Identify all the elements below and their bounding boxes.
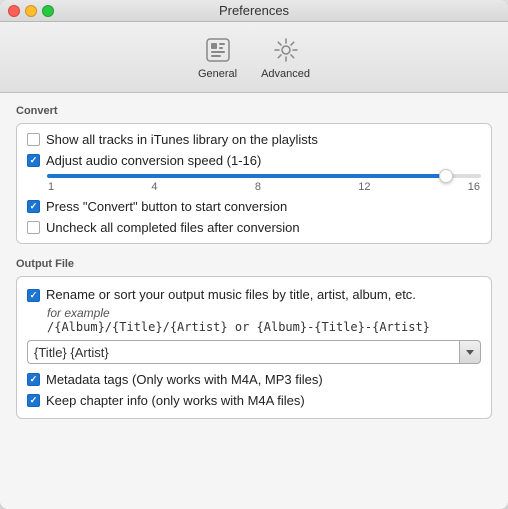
rename-checkbox[interactable] [27,289,40,302]
press-convert-checkbox[interactable] [27,200,40,213]
slider-label-8: 8 [255,181,261,193]
convert-section-title: Convert [16,105,492,117]
tab-general[interactable]: General [186,30,249,82]
example-path: /{Album}/{Title}/{Artist} or {Album}-{Ti… [47,320,481,334]
press-convert-label: Press "Convert" button to start conversi… [46,199,287,214]
slider-label-4: 4 [151,181,157,193]
slider-label-12: 12 [358,181,370,193]
format-input-row [27,340,481,364]
slider-label-1: 1 [48,181,54,193]
chapter-checkbox[interactable] [27,394,40,407]
uncheck-completed-row: Uncheck all completed files after conver… [27,220,481,235]
adjust-audio-speed-checkbox[interactable] [27,154,40,167]
close-button[interactable] [8,5,20,17]
tab-general-label: General [198,68,237,80]
slider-label-16: 16 [468,181,480,193]
general-icon [202,34,234,66]
uncheck-completed-label: Uncheck all completed files after conver… [46,220,300,235]
adjust-audio-speed-row: Adjust audio conversion speed (1-16) [27,153,481,168]
metadata-row: Metadata tags (Only works with M4A, MP3 … [27,372,481,387]
output-section: Output File Rename or sort your output m… [16,258,492,419]
tab-advanced-label: Advanced [261,68,310,80]
slider-labels: 1 4 8 12 16 [47,181,481,193]
press-convert-row: Press "Convert" button to start conversi… [27,199,481,214]
uncheck-completed-checkbox[interactable] [27,221,40,234]
output-section-title: Output File [16,258,492,270]
window-buttons [8,5,54,17]
chapter-row: Keep chapter info (only works with M4A f… [27,393,481,408]
convert-section-box: Show all tracks in iTunes library on the… [16,123,492,244]
preferences-window: Preferences General [0,0,508,509]
window-title: Preferences [219,3,289,18]
chevron-down-icon [466,350,474,355]
show-all-tracks-row: Show all tracks in iTunes library on the… [27,132,481,147]
titlebar: Preferences [0,0,508,22]
rename-row: Rename or sort your output music files b… [27,287,481,302]
metadata-label: Metadata tags (Only works with M4A, MP3 … [46,372,323,387]
example-label: for example [47,306,481,320]
metadata-checkbox[interactable] [27,373,40,386]
format-dropdown-button[interactable] [459,340,481,364]
example-block: for example /{Album}/{Title}/{Artist} or… [47,306,481,334]
minimize-button[interactable] [25,5,37,17]
content-area: Convert Show all tracks in iTunes librar… [0,93,508,509]
convert-section: Convert Show all tracks in iTunes librar… [16,105,492,244]
speed-slider-container: 1 4 8 12 16 [47,174,481,193]
advanced-icon [270,34,302,66]
maximize-button[interactable] [42,5,54,17]
rename-label: Rename or sort your output music files b… [46,287,416,302]
chapter-label: Keep chapter info (only works with M4A f… [46,393,305,408]
slider-track[interactable] [47,174,481,178]
adjust-audio-speed-label: Adjust audio conversion speed (1-16) [46,153,261,168]
toolbar: General Advanced [0,22,508,93]
show-all-tracks-label: Show all tracks in iTunes library on the… [46,132,318,147]
slider-fill [47,174,446,178]
show-all-tracks-checkbox[interactable] [27,133,40,146]
tab-advanced[interactable]: Advanced [249,30,322,82]
format-input[interactable] [27,340,459,364]
output-section-box: Rename or sort your output music files b… [16,276,492,419]
